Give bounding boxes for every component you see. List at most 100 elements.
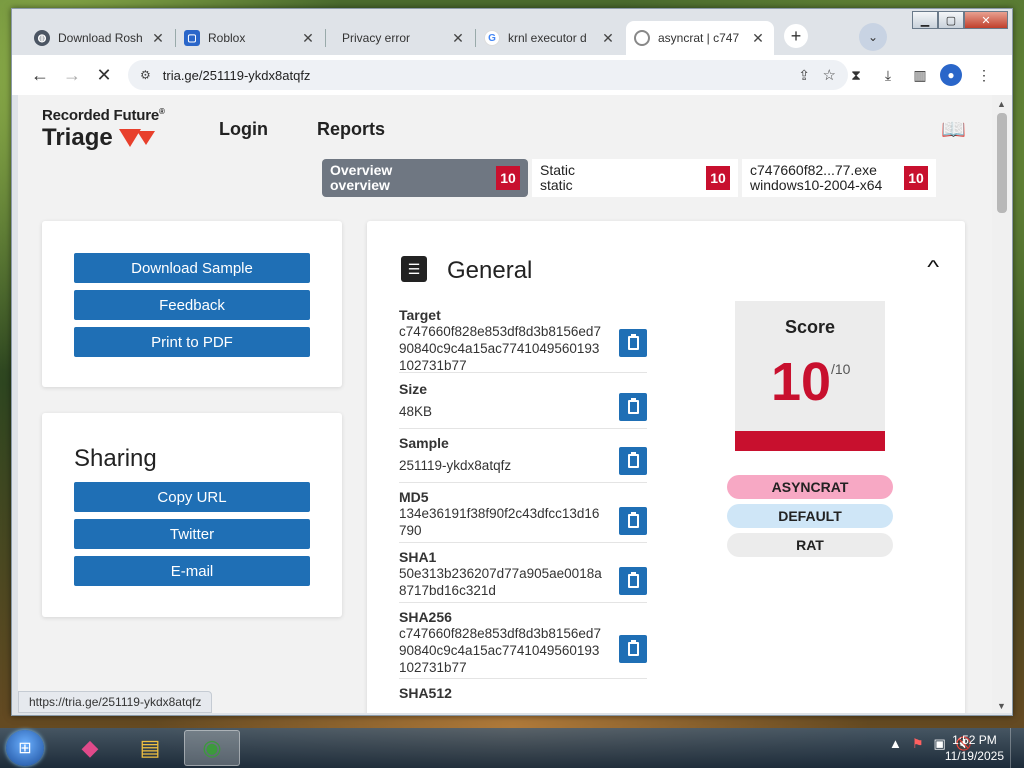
tab-title: Roblox xyxy=(208,31,246,45)
sharing-title: Sharing xyxy=(74,445,157,472)
field-sha512: SHA512 xyxy=(399,685,647,713)
clock-date: 11/19/2025 xyxy=(944,749,1004,763)
menu-kebab-icon[interactable]: ⋮ xyxy=(974,65,994,85)
email-button[interactable]: E-mail xyxy=(74,556,310,586)
close-tab-icon[interactable]: ✕ xyxy=(450,30,466,47)
copy-clipboard-icon[interactable] xyxy=(619,329,647,357)
show-desktop-button[interactable] xyxy=(1010,728,1024,768)
extension-icon[interactable]: ⧗ xyxy=(846,65,866,85)
tab-title: Download Rosh xyxy=(58,31,143,45)
close-window-button[interactable]: ✕ xyxy=(964,11,1008,29)
field-value: 48KB xyxy=(399,404,433,419)
nav-reports[interactable]: Reports xyxy=(317,119,385,140)
stop-loading-button[interactable]: ✕ xyxy=(92,63,116,87)
copy-clipboard-icon[interactable] xyxy=(619,567,647,595)
close-tab-icon[interactable]: ✕ xyxy=(300,30,316,47)
field-value: c747660f828e853df8d3b8156ed790840c9c4a15… xyxy=(399,324,601,373)
scroll-thumb[interactable] xyxy=(997,113,1007,213)
close-tab-icon[interactable]: ✕ xyxy=(150,30,166,47)
field-target: Target c747660f828e853df8d3b8156ed790840… xyxy=(399,307,647,373)
tab-strip: ◍ Download Rosh ✕ ▢ Roblox ✕ Privacy err… xyxy=(12,9,1012,55)
field-label: SHA1 xyxy=(399,549,437,565)
file-explorer-icon[interactable]: ▤ xyxy=(122,730,178,766)
tab-overview[interactable]: Overview overview 10 xyxy=(322,159,528,197)
brand-main: Triage xyxy=(42,124,113,151)
actions-card: Download Sample Feedback Print to PDF xyxy=(42,221,342,387)
download-icon[interactable]: ⤓ xyxy=(878,65,898,85)
field-label: Sample xyxy=(399,435,449,451)
tab-sublabel: windows10-2004-x64 xyxy=(750,177,883,193)
nav-login[interactable]: Login xyxy=(219,119,268,140)
copy-clipboard-icon[interactable] xyxy=(619,635,647,663)
field-sample: Sample 251119-ykdx8atqfz xyxy=(399,435,647,483)
feedback-button[interactable]: Feedback xyxy=(74,290,310,320)
tag-asyncrat[interactable]: ASYNCRAT xyxy=(727,475,893,499)
close-tab-icon[interactable]: ✕ xyxy=(750,30,766,47)
general-section-icon: ☰ xyxy=(401,256,427,282)
tab-title: asyncrat | c747 xyxy=(658,31,740,45)
browser-tab-1[interactable]: ◍ Download Rosh ✕ xyxy=(26,21,174,55)
browser-tab-2[interactable]: ▢ Roblox ✕ xyxy=(176,21,324,55)
print-to-pdf-button[interactable]: Print to PDF xyxy=(74,327,310,357)
field-value: 50e313b236207d77a905ae0018a8717bd16c321d xyxy=(399,566,602,598)
bookmark-star-icon[interactable]: ☆ xyxy=(823,66,836,84)
field-label: SHA512 xyxy=(399,685,452,701)
site-logo[interactable]: Recorded Future® Triage xyxy=(42,107,165,152)
maximize-button[interactable]: ▢ xyxy=(938,11,964,29)
copy-clipboard-icon[interactable] xyxy=(619,507,647,535)
twitter-button[interactable]: Twitter xyxy=(74,519,310,549)
sharing-card: Sharing Copy URL Twitter E-mail xyxy=(42,413,342,617)
back-button[interactable]: ← xyxy=(28,63,52,87)
roblox-icon: ▢ xyxy=(184,30,200,46)
chrome-taskbar-icon[interactable]: ◉ xyxy=(184,730,240,766)
download-sample-button[interactable]: Download Sample xyxy=(74,253,310,283)
scroll-up-icon[interactable]: ▲ xyxy=(997,99,1006,109)
start-button[interactable]: ⊞ xyxy=(6,730,44,766)
tray-expand-icon[interactable]: ▲ xyxy=(889,736,902,752)
address-bar[interactable]: ⚙ tria.ge/251119-ykdx8atqfz ⇪ ☆ xyxy=(128,60,848,90)
browser-tab-5[interactable]: asyncrat | c747 ✕ xyxy=(626,21,774,55)
close-tab-icon[interactable]: ✕ xyxy=(600,30,616,47)
tag-rat[interactable]: RAT xyxy=(727,533,893,557)
taskbar-app-icon[interactable]: ◆ xyxy=(62,730,118,766)
tab-title: Privacy error xyxy=(342,31,411,45)
general-title: General xyxy=(447,257,533,284)
score-bar xyxy=(735,431,885,451)
tab-label: Overview xyxy=(330,162,393,178)
collapse-chevron-icon[interactable]: ^ xyxy=(927,257,939,278)
copy-clipboard-icon[interactable] xyxy=(619,393,647,421)
page-viewport: Recorded Future® Triage Login Reports 📖 … xyxy=(18,95,994,713)
scroll-down-icon[interactable]: ▼ xyxy=(997,701,1006,711)
copy-clipboard-icon[interactable] xyxy=(619,447,647,475)
tab-static[interactable]: Static static 10 xyxy=(532,159,738,197)
field-label: Size xyxy=(399,381,428,397)
clock-time: 1:52 PM xyxy=(952,733,997,747)
field-label: SHA256 xyxy=(399,609,452,625)
tab-run-windows10[interactable]: c747660f82...77.exe windows10-2004-x64 10 xyxy=(742,159,936,197)
tag-default[interactable]: DEFAULT xyxy=(727,504,893,528)
tab-sublabel: overview xyxy=(330,177,390,193)
docs-book-icon[interactable]: 📖 xyxy=(941,117,966,142)
browser-tab-3[interactable]: Privacy error ✕ xyxy=(326,21,474,55)
field-size: Size 48KB xyxy=(399,381,647,429)
site-info-icon[interactable]: ⚙ xyxy=(140,68,151,82)
score-badge: 10 xyxy=(496,166,520,190)
browser-toolbar: ← → ✕ ⚙ tria.ge/251119-ykdx8atqfz ⇪ ☆ ⧗ … xyxy=(12,55,1012,95)
score-panel: Score 10 /10 xyxy=(735,301,885,451)
copy-url-button[interactable]: Copy URL xyxy=(74,482,310,512)
side-panel-icon[interactable]: ▥ xyxy=(910,65,930,85)
minimize-button[interactable]: ▁ xyxy=(912,11,938,29)
score-badge: 10 xyxy=(706,166,730,190)
browser-tab-4[interactable]: G krnl executor d ✕ xyxy=(476,21,624,55)
forward-button[interactable]: → xyxy=(60,63,84,87)
new-tab-button[interactable]: + xyxy=(784,24,808,48)
action-center-icon[interactable]: ⚑ xyxy=(912,736,924,752)
tab-label: Static xyxy=(540,162,576,178)
share-icon[interactable]: ⇪ xyxy=(798,67,810,84)
page-scrollbar[interactable]: ▲ ▼ xyxy=(992,95,1012,713)
tab-search-button[interactable]: ⌄ xyxy=(859,23,887,51)
taskbar-clock[interactable]: 1:52 PM 11/19/2025 xyxy=(945,732,1004,764)
field-value: 251119-ykdx8atqfz xyxy=(399,458,512,473)
profile-avatar-icon[interactable]: ● xyxy=(940,64,962,86)
tab-label: c747660f82...77.exe xyxy=(750,162,877,178)
